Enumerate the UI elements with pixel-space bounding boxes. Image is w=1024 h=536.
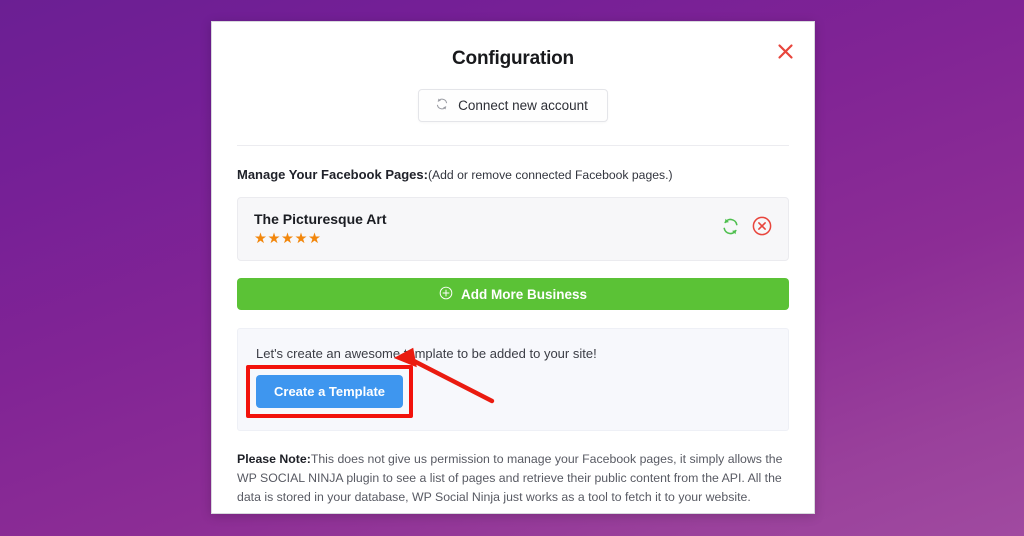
remove-page-button[interactable] bbox=[752, 216, 772, 241]
header-divider bbox=[237, 145, 789, 146]
add-more-business-button[interactable]: Add More Business bbox=[237, 278, 789, 311]
plus-circle-icon bbox=[439, 286, 453, 303]
manage-pages-subtext: (Add or remove connected Facebook pages.… bbox=[427, 168, 673, 182]
page-title: Configuration bbox=[452, 48, 574, 69]
add-more-business-label: Add More Business bbox=[460, 286, 588, 302]
connect-account-row: Connect new account bbox=[212, 89, 814, 122]
close-x-icon bbox=[777, 43, 794, 60]
refresh-page-button[interactable] bbox=[721, 217, 740, 241]
template-prompt-text: Let's create an awesome template to be a… bbox=[256, 346, 597, 362]
connect-new-account-button[interactable]: Connect new account bbox=[418, 89, 608, 122]
configuration-modal: Configuration Connect new account Manage… bbox=[211, 21, 815, 514]
create-template-button[interactable]: Create a Template bbox=[256, 375, 404, 409]
sync-refresh-icon bbox=[721, 217, 740, 241]
manage-pages-heading: Manage Your Facebook Pages:(Add or remov… bbox=[237, 166, 789, 184]
template-panel: Let's create an awesome template to be a… bbox=[237, 328, 789, 432]
remove-circle-x-icon bbox=[752, 216, 772, 241]
star-rating: ★★★★★ bbox=[254, 230, 322, 247]
page-info: The Picturesque Art ★★★★★ bbox=[254, 211, 387, 246]
create-template-holder: Create a Template bbox=[246, 365, 414, 419]
close-button[interactable] bbox=[774, 40, 796, 62]
manage-pages-label: Manage Your Facebook Pages: bbox=[237, 167, 428, 182]
modal-body: Manage Your Facebook Pages:(Add or remov… bbox=[212, 166, 814, 513]
page-name: The Picturesque Art bbox=[254, 210, 387, 227]
page-list-item: The Picturesque Art ★★★★★ bbox=[237, 196, 789, 262]
connect-new-account-label: Connect new account bbox=[458, 98, 588, 113]
page-actions bbox=[721, 216, 772, 241]
sync-refresh-icon bbox=[435, 97, 449, 114]
please-note-body: This does not give us permission to mana… bbox=[237, 452, 783, 505]
please-note-text: Please Note:This does not give us permis… bbox=[237, 450, 789, 507]
please-note-label: Please Note: bbox=[237, 452, 311, 467]
